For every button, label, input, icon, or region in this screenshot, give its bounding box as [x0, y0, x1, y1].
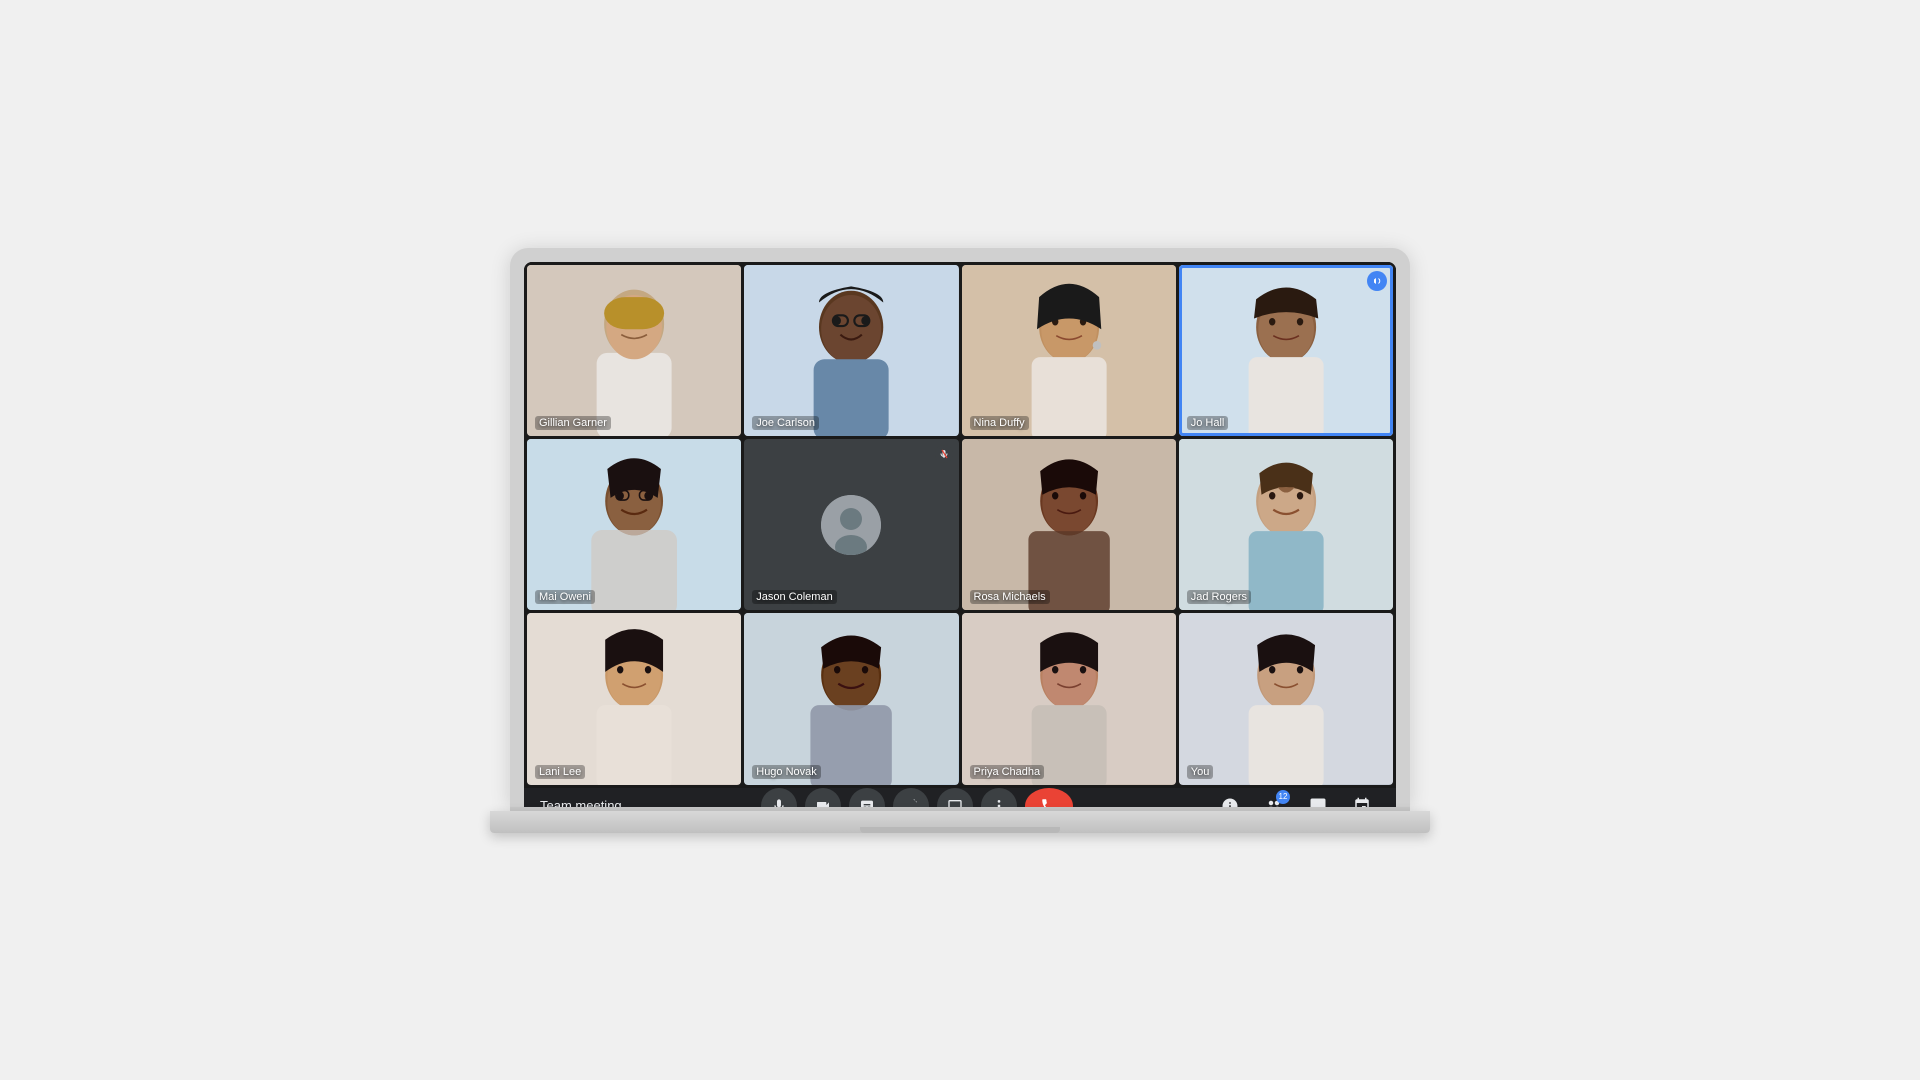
name-lani: Lani Lee — [535, 765, 585, 779]
participant-video-jo — [1179, 265, 1393, 436]
participant-video-gillian — [527, 265, 741, 436]
active-speaker-icon — [1367, 271, 1387, 291]
raise-hand-button[interactable] — [893, 788, 929, 807]
participant-video-joe — [744, 265, 958, 436]
name-joe: Joe Carlson — [752, 416, 819, 430]
end-call-button[interactable] — [1025, 788, 1073, 807]
name-priya: Priya Chadha — [970, 765, 1045, 779]
participant-video-nina — [962, 265, 1176, 436]
control-bar: Team meeting — [524, 788, 1396, 807]
participant-video-mai — [527, 439, 741, 610]
name-jad: Jad Rogers — [1187, 590, 1251, 604]
laptop-wrapper: Gillian Garner — [510, 248, 1410, 833]
tile-lani: Lani Lee — [527, 613, 741, 784]
tile-mai: Mai Oweni — [527, 439, 741, 610]
name-mai: Mai Oweni — [535, 590, 595, 604]
name-you: You — [1187, 765, 1214, 779]
tile-priya: Priya Chadha — [962, 613, 1176, 784]
activities-button[interactable] — [1344, 788, 1380, 807]
camera-button[interactable] — [805, 788, 841, 807]
participant-video-lani — [527, 613, 741, 784]
tile-jad: Jad Rogers — [1179, 439, 1393, 610]
tile-joe: Joe Carlson — [744, 265, 958, 436]
screen-content: Gillian Garner — [524, 262, 1396, 807]
info-button[interactable] — [1212, 788, 1248, 807]
participant-video-priya — [962, 613, 1176, 784]
people-button[interactable]: 12 — [1256, 788, 1292, 807]
mute-icon-jason — [935, 445, 953, 463]
tile-nina: Nina Duffy — [962, 265, 1176, 436]
tile-rosa: Rosa Michaels — [962, 439, 1176, 610]
video-grid: Gillian Garner — [524, 262, 1396, 788]
name-jason: Jason Coleman — [752, 590, 836, 604]
laptop-screen: Gillian Garner — [510, 248, 1410, 807]
mic-button[interactable] — [761, 788, 797, 807]
name-jo: Jo Hall — [1187, 416, 1229, 430]
captions-button[interactable] — [849, 788, 885, 807]
name-nina: Nina Duffy — [970, 416, 1029, 430]
present-button[interactable] — [937, 788, 973, 807]
people-count-badge: 12 — [1276, 790, 1290, 804]
participant-video-you — [1179, 613, 1393, 784]
name-rosa: Rosa Michaels — [970, 590, 1050, 604]
right-controls: 12 — [1212, 788, 1380, 807]
participant-video-rosa — [962, 439, 1176, 610]
participant-video-hugo — [744, 613, 958, 784]
tile-you: You — [1179, 613, 1393, 784]
tile-hugo: Hugo Novak — [744, 613, 958, 784]
name-gillian: Gillian Garner — [535, 416, 611, 430]
tile-gillian: Gillian Garner — [527, 265, 741, 436]
avatar-jason — [821, 495, 881, 555]
name-hugo: Hugo Novak — [752, 765, 821, 779]
tile-jo: Jo Hall — [1179, 265, 1393, 436]
meeting-title: Team meeting — [540, 798, 622, 806]
participant-video-jad — [1179, 439, 1393, 610]
chat-button[interactable] — [1300, 788, 1336, 807]
laptop-base — [490, 811, 1430, 833]
center-controls — [761, 788, 1073, 807]
more-options-button[interactable] — [981, 788, 1017, 807]
laptop-notch — [510, 807, 1410, 811]
tile-jason: Jason Coleman — [744, 439, 958, 610]
